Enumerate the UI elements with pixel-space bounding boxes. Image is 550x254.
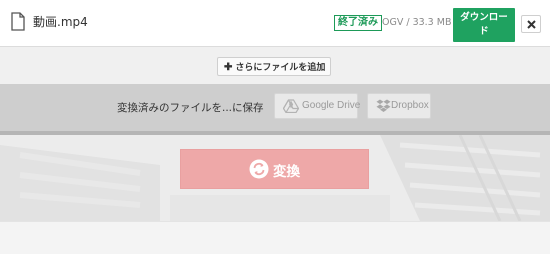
file-icon	[11, 12, 25, 31]
add-files-strip: ✚ さらにファイルを追加	[0, 47, 550, 84]
file-meta: OGV / 33.3 MB	[382, 17, 452, 28]
close-button[interactable]	[521, 15, 541, 33]
plus-icon: ✚	[224, 62, 233, 73]
footer-strip	[0, 221, 550, 254]
dropbox-label: Dropbox	[391, 100, 429, 111]
download-button[interactable]: ダウンロード	[453, 8, 515, 42]
dropbox-button[interactable]: Dropbox	[367, 93, 431, 119]
google-drive-icon	[282, 99, 300, 116]
convert-area: 変換	[0, 135, 550, 254]
close-icon	[527, 20, 536, 29]
google-drive-button[interactable]: Google Drive	[274, 93, 361, 119]
save-to-bar: 変換済みのファイルを...に保存 Google Drive Dropbox	[0, 84, 550, 131]
convert-label: 変換	[273, 164, 300, 179]
file-row: 動画.mp4 終了済み OGV / 33.3 MB ダウンロード	[0, 0, 550, 47]
save-to-label: 変換済みのファイルを...に保存	[117, 102, 264, 114]
convert-button[interactable]: 変換	[180, 149, 369, 189]
status-badge: 終了済み	[334, 15, 382, 31]
add-files-label: さらにファイルを追加	[235, 62, 326, 72]
dropbox-icon	[376, 99, 391, 116]
add-files-button[interactable]: ✚ さらにファイルを追加	[217, 57, 331, 76]
file-name: 動画.mp4	[33, 15, 88, 29]
google-drive-label: Google Drive	[302, 100, 361, 111]
convert-icon	[249, 159, 269, 182]
